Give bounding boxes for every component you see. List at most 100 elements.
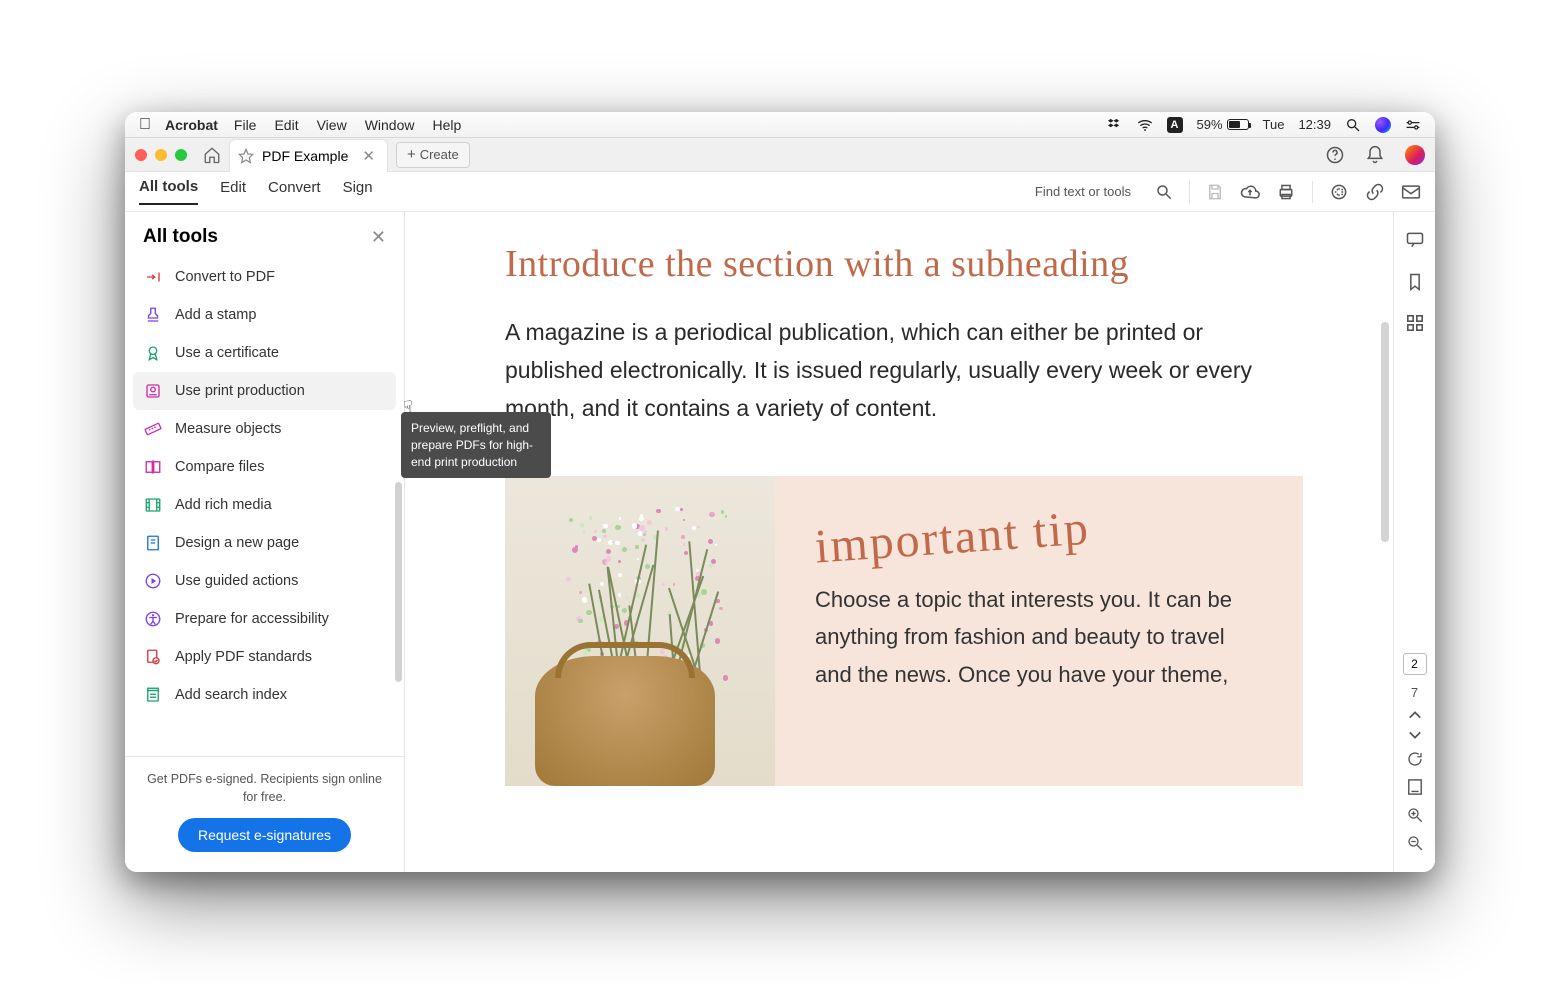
- control-center-icon[interactable]: [1405, 117, 1421, 133]
- home-icon[interactable]: [203, 146, 221, 164]
- page-display-icon[interactable]: [1407, 778, 1423, 796]
- star-icon[interactable]: [238, 148, 254, 164]
- tool-item-convert[interactable]: Convert to PDF: [133, 258, 396, 296]
- dropbox-icon[interactable]: [1107, 117, 1123, 133]
- zoom-in-icon[interactable]: [1406, 806, 1424, 824]
- page-down-icon[interactable]: [1408, 730, 1422, 740]
- tool-item-design[interactable]: Design a new page: [133, 524, 396, 562]
- bookmarks-icon[interactable]: [1406, 272, 1424, 292]
- tab-edit[interactable]: Edit: [220, 179, 246, 204]
- help-icon[interactable]: [1325, 145, 1345, 165]
- menu-view[interactable]: View: [317, 117, 347, 133]
- close-tab-icon[interactable]: ✕: [362, 147, 375, 165]
- design-icon: [143, 533, 163, 553]
- window-controls[interactable]: [135, 149, 187, 161]
- tool-label: Compare files: [175, 459, 264, 475]
- tool-item-access[interactable]: Prepare for accessibility: [133, 600, 396, 638]
- access-icon: [143, 609, 163, 629]
- tip-title: important tip: [813, 488, 1264, 574]
- tooltip: Preview, preflight, and prepare PDFs for…: [401, 412, 551, 478]
- menu-help[interactable]: Help: [432, 117, 461, 133]
- menubar-day: Tue: [1263, 117, 1285, 132]
- cloud-icon[interactable]: [1240, 183, 1260, 201]
- tool-item-stamp[interactable]: Add a stamp: [133, 296, 396, 334]
- wifi-icon[interactable]: [1137, 117, 1153, 133]
- battery-percent: 59%: [1197, 117, 1223, 132]
- viewer-scrollbar[interactable]: [1381, 322, 1389, 542]
- menu-file[interactable]: File: [234, 117, 257, 133]
- tip-text: Choose a topic that interests you. It ca…: [815, 581, 1263, 693]
- tool-item-media[interactable]: Add rich media: [133, 486, 396, 524]
- tool-label: Use a certificate: [175, 345, 279, 361]
- search-icon[interactable]: [1155, 183, 1173, 201]
- right-rail: 2 7: [1393, 212, 1435, 872]
- apple-icon[interactable]: : [139, 116, 151, 134]
- doc-paragraph: A magazine is a periodical publication, …: [505, 314, 1303, 428]
- siri-icon[interactable]: [1375, 117, 1391, 133]
- close-panel-icon[interactable]: ✕: [371, 227, 386, 248]
- macos-menubar:  Acrobat File Edit View Window Help A 5…: [125, 112, 1435, 138]
- comments-pane-icon[interactable]: [1405, 230, 1425, 250]
- request-esignatures-button[interactable]: Request e-signatures: [178, 818, 351, 852]
- spotlight-icon[interactable]: [1345, 117, 1361, 133]
- avatar[interactable]: [1405, 145, 1425, 165]
- tool-item-print[interactable]: Use print production: [133, 372, 396, 410]
- tool-item-guided[interactable]: Use guided actions: [133, 562, 396, 600]
- doc-image: [505, 476, 775, 786]
- standards-icon: [143, 647, 163, 667]
- print-icon[interactable]: [1276, 183, 1296, 201]
- tool-label: Prepare for accessibility: [175, 611, 329, 627]
- menu-edit[interactable]: Edit: [274, 117, 298, 133]
- app-name[interactable]: Acrobat: [165, 117, 218, 133]
- bell-icon[interactable]: [1365, 145, 1385, 165]
- create-label: Create: [420, 147, 459, 162]
- mail-icon[interactable]: [1401, 184, 1421, 200]
- page-up-icon[interactable]: [1408, 710, 1422, 720]
- menubar-time: 12:39: [1298, 117, 1331, 132]
- document-tab[interactable]: PDF Example ✕: [229, 139, 388, 173]
- tab-title: PDF Example: [262, 148, 348, 164]
- ruler-icon: [143, 419, 163, 439]
- tool-label: Design a new page: [175, 535, 299, 551]
- tool-label: Use print production: [175, 383, 305, 399]
- cert-icon: [143, 343, 163, 363]
- sidebar-title: All tools: [143, 226, 218, 248]
- menu-window[interactable]: Window: [365, 117, 415, 133]
- link-icon[interactable]: [1365, 182, 1385, 202]
- save-icon[interactable]: [1206, 183, 1224, 201]
- tool-label: Add search index: [175, 687, 287, 703]
- page-total: 7: [1411, 685, 1418, 700]
- input-icon[interactable]: A: [1167, 117, 1183, 133]
- zoom-out-icon[interactable]: [1406, 834, 1424, 852]
- find-label: Find text or tools: [1035, 184, 1131, 199]
- all-tools-panel: All tools ✕ Convert to PDF Add a stamp Use…: [125, 212, 405, 872]
- tool-label: Convert to PDF: [175, 269, 275, 285]
- secondary-toolbar: All tools Edit Convert Sign Find text or…: [125, 172, 1435, 212]
- page-current[interactable]: 2: [1403, 653, 1427, 675]
- battery-indicator[interactable]: 59%: [1197, 117, 1249, 132]
- thumbnails-icon[interactable]: [1406, 314, 1424, 332]
- create-button[interactable]: +Create: [396, 142, 470, 168]
- tab-all-tools[interactable]: All tools: [139, 178, 198, 205]
- document-page[interactable]: Introduce the section with a subheading …: [405, 212, 1393, 872]
- index-icon: [143, 685, 163, 705]
- tool-label: Add a stamp: [175, 307, 256, 323]
- tool-item-standards[interactable]: Apply PDF standards: [133, 638, 396, 676]
- sidebar-scrollbar[interactable]: [395, 482, 402, 682]
- tab-sign[interactable]: Sign: [343, 179, 373, 204]
- tool-item-cert[interactable]: Use a certificate: [133, 334, 396, 372]
- tab-convert[interactable]: Convert: [268, 179, 321, 204]
- convert-icon: [143, 267, 163, 287]
- tool-label: Add rich media: [175, 497, 272, 513]
- app-tabbar: PDF Example ✕ +Create: [125, 138, 1435, 172]
- esign-text: Get PDFs e-signed. Recipients sign onlin…: [145, 771, 384, 806]
- document-viewer: Introduce the section with a subheading …: [405, 212, 1435, 872]
- ai-icon[interactable]: [1329, 182, 1349, 202]
- tool-item-compare[interactable]: Compare files: [133, 448, 396, 486]
- media-icon: [143, 495, 163, 515]
- tool-item-ruler[interactable]: Measure objects: [133, 410, 396, 448]
- tool-label: Measure objects: [175, 421, 281, 437]
- tool-label: Use guided actions: [175, 573, 298, 589]
- tool-item-index[interactable]: Add search index: [133, 676, 396, 714]
- rotate-icon[interactable]: [1406, 750, 1424, 768]
